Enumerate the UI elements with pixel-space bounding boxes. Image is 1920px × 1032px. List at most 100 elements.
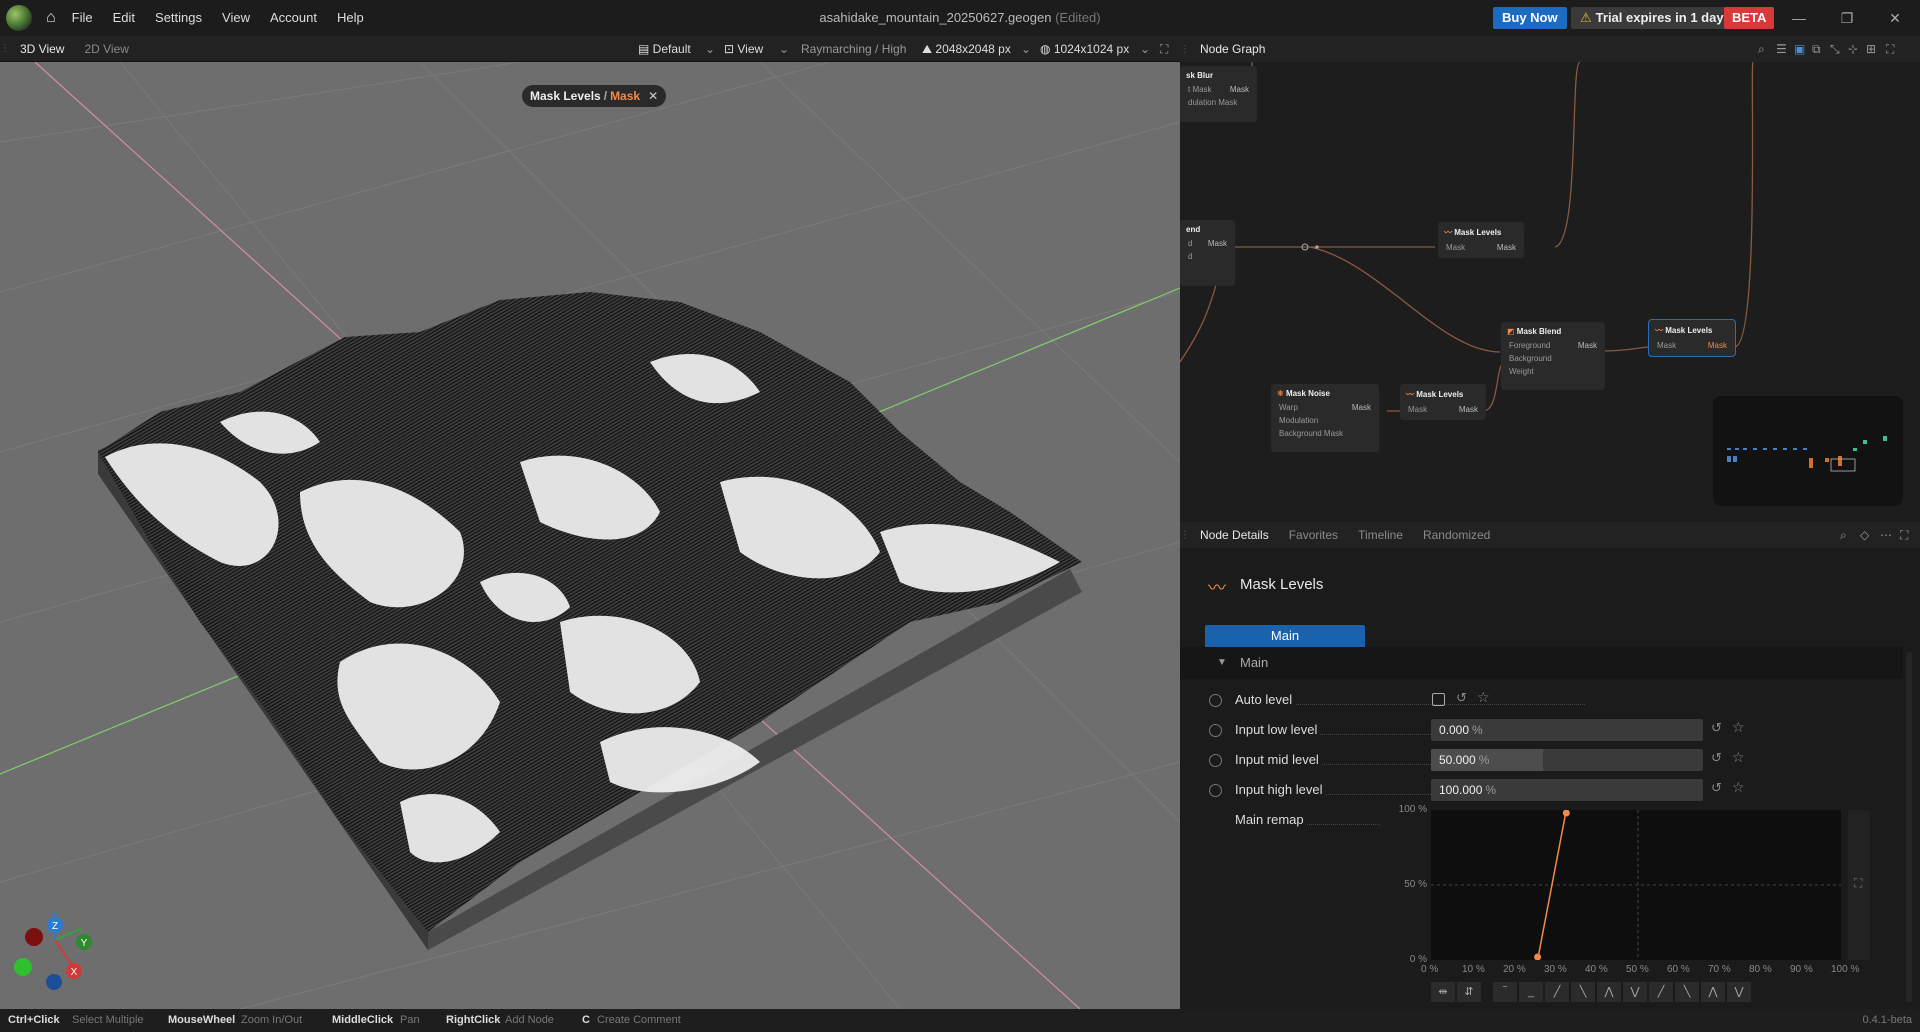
port-label[interactable]: Modulation [1279, 416, 1318, 425]
drag-handle-icon[interactable]: ⋮ [0, 43, 10, 54]
preview-resolution-dropdown[interactable]: ◍ 1024x1024 px [1040, 36, 1129, 62]
preset-peak-icon[interactable]: ⋀ [1597, 982, 1621, 1002]
port-output[interactable]: Mask [1497, 243, 1516, 252]
port-label[interactable]: Background Mask [1279, 429, 1343, 438]
star-icon[interactable]: ☆ [1732, 749, 1745, 766]
preset-linear-icon[interactable]: ╱ [1545, 982, 1569, 1002]
tab-3d-view[interactable]: 3D View [10, 36, 74, 62]
port-label[interactable]: Background [1509, 354, 1552, 363]
input-low-level-field[interactable]: 0.000% [1431, 719, 1703, 741]
menu-help[interactable]: Help [327, 0, 374, 36]
axis-gizmo[interactable]: Z Y X [14, 912, 92, 990]
resolution-dropdown[interactable]: ⛰ 2048x2048 px [922, 36, 1011, 62]
node-mask-noise[interactable]: ❋ Mask Noise Warp Mask Modulation Backgro… [1271, 384, 1379, 452]
tab-favorites[interactable]: Favorites [1279, 522, 1348, 548]
diamond-icon[interactable]: ◇ [1860, 522, 1869, 548]
fullscreen-icon[interactable]: ⛶ [1160, 36, 1168, 62]
chevron-down-icon[interactable]: ⌄ [1021, 36, 1031, 62]
tab-node-details[interactable]: Node Details [1190, 522, 1279, 548]
frame-icon[interactable]: ⧉ [1812, 36, 1821, 62]
reset-icon[interactable]: ↺ [1456, 690, 1467, 706]
menu-file[interactable]: File [62, 0, 103, 36]
port-output[interactable]: Mask [1708, 341, 1727, 350]
drag-handle-icon[interactable]: ⋮ [1180, 530, 1190, 541]
trial-badge[interactable]: ⚠ Trial expires in 1 days [1571, 7, 1740, 29]
port-label[interactable]: Weight [1509, 367, 1534, 376]
viewport-3d[interactable]: Z Y X Mask Levels / Mask ✕ [0, 62, 1180, 1009]
menu-account[interactable]: Account [260, 0, 327, 36]
port-output[interactable]: Mask [1459, 405, 1478, 414]
node-mask-blend[interactable]: ◩ Mask Blend Foreground Mask Background W… [1501, 322, 1605, 390]
port-input[interactable]: Mask [1657, 341, 1676, 350]
chevron-down-icon[interactable]: ⌄ [705, 36, 715, 62]
reset-icon[interactable]: ↺ [1711, 720, 1722, 736]
port-label[interactable]: Warp [1279, 403, 1298, 412]
port-output[interactable]: Mask [1230, 85, 1249, 94]
curve-point[interactable] [1534, 953, 1542, 961]
minimize-icon[interactable]: — [1776, 0, 1822, 36]
star-icon[interactable]: ☆ [1477, 689, 1490, 706]
node-mask-blend-left[interactable]: end d Mask d [1180, 220, 1235, 286]
buy-now-button[interactable]: Buy Now [1493, 7, 1567, 29]
node-mask-levels-bottom[interactable]: 〰 Mask Levels Mask Mask [1400, 384, 1486, 420]
tab-timeline[interactable]: Timeline [1348, 522, 1413, 548]
auto-level-checkbox[interactable] [1432, 693, 1445, 706]
tab-node-graph[interactable]: Node Graph [1190, 36, 1275, 62]
tab-2d-view[interactable]: 2D View [74, 36, 138, 62]
expose-radio[interactable] [1209, 784, 1222, 797]
port-input[interactable]: Mask [1446, 243, 1465, 252]
preset-ease-in-icon[interactable]: ╱ [1649, 982, 1673, 1002]
node-graph-canvas[interactable]: sk Blur t Mask Mask dulation Mask end d Ma… [1180, 62, 1920, 522]
fit-view-icon[interactable]: ⊹ [1848, 36, 1858, 62]
more-icon[interactable]: ⋯ [1880, 522, 1892, 548]
port-output[interactable]: Mask [1578, 341, 1597, 350]
close-window-icon[interactable]: ✕ [1872, 0, 1918, 36]
port-input[interactable]: Mask [1408, 405, 1427, 414]
menu-settings[interactable]: Settings [145, 0, 212, 36]
collapse-triangle-icon[interactable]: ▼ [1217, 647, 1227, 679]
reset-icon[interactable]: ↺ [1711, 750, 1722, 766]
list-icon[interactable]: ☰ [1776, 36, 1787, 62]
node-graph-minimap[interactable] [1713, 396, 1903, 506]
view-dropdown[interactable]: ⊡ View [724, 36, 763, 62]
preset-low-flat-icon[interactable]: _ [1519, 982, 1543, 1002]
expand-icon[interactable]: ⛶ [1854, 876, 1862, 891]
preset-trough-icon[interactable]: ⋁ [1727, 982, 1751, 1002]
flip-horizontal-icon[interactable]: ⇹ [1431, 982, 1455, 1002]
search-icon[interactable]: ⌕ [1758, 36, 1765, 62]
drag-handle-icon[interactable]: ⋮ [1180, 44, 1190, 55]
port-output[interactable]: Mask [1352, 403, 1371, 412]
port-label[interactable]: Foreground [1509, 341, 1550, 350]
preset-ease-out-icon[interactable]: ╲ [1675, 982, 1699, 1002]
close-icon[interactable]: ✕ [648, 89, 658, 103]
collapse-icon[interactable]: ⤡ [1830, 36, 1840, 62]
preset-inverted-icon[interactable]: ╲ [1571, 982, 1595, 1002]
preset-dropdown[interactable]: ▤ Default [638, 36, 691, 62]
expose-radio[interactable] [1209, 754, 1222, 767]
fullscreen-icon[interactable]: ⛶ [1900, 522, 1908, 548]
expose-radio[interactable] [1209, 694, 1222, 707]
align-icon[interactable]: ⊞ [1866, 36, 1876, 62]
flip-vertical-icon[interactable]: ⇵ [1457, 982, 1481, 1002]
tab-randomized[interactable]: Randomized [1413, 522, 1500, 548]
remap-curve-editor[interactable] [1431, 809, 1841, 961]
preset-high-flat-icon[interactable]: ‾ [1493, 982, 1517, 1002]
section-header-main[interactable]: ▼ Main [1180, 647, 1903, 679]
minimap-viewport[interactable] [1830, 458, 1856, 472]
menu-view[interactable]: View [212, 0, 260, 36]
reset-icon[interactable]: ↺ [1711, 780, 1722, 796]
home-icon[interactable]: ⌂ [46, 9, 56, 27]
port-output[interactable]: Mask [1208, 239, 1227, 248]
remap-curve[interactable] [1431, 809, 1841, 961]
maximize-icon[interactable]: ❐ [1824, 0, 1870, 36]
curve-point[interactable] [1562, 809, 1570, 817]
input-high-level-field[interactable]: 100.000% [1431, 779, 1703, 801]
fullscreen-icon[interactable]: ⛶ [1886, 36, 1894, 62]
star-icon[interactable]: ☆ [1732, 779, 1745, 796]
chevron-down-icon[interactable]: ⌄ [779, 36, 789, 62]
menu-edit[interactable]: Edit [103, 0, 145, 36]
breadcrumb[interactable]: Mask Levels / Mask ✕ [522, 85, 667, 107]
tab-main[interactable]: Main [1205, 625, 1365, 647]
preset-valley-icon[interactable]: ⋁ [1623, 982, 1647, 1002]
details-scrollbar[interactable] [1906, 652, 1912, 1002]
